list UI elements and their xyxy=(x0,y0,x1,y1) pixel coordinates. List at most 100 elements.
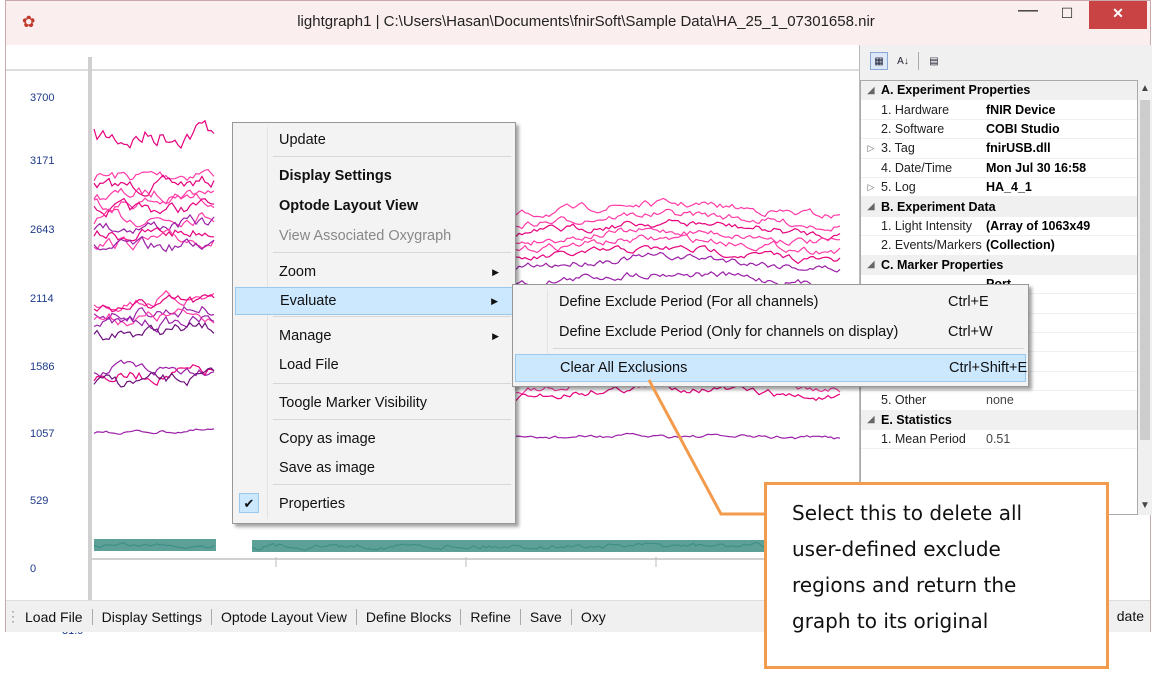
property-name: B. Experiment Data xyxy=(881,199,996,214)
menu-item-label: Optode Layout View xyxy=(279,198,419,214)
property-category[interactable]: ◢ C. Marker Properties xyxy=(861,255,1137,275)
menu-item-optode-layout-view[interactable]: Optode Layout View xyxy=(235,192,513,220)
grip-icon: ⋮ xyxy=(6,608,20,624)
submenu-item-clear-all-exclusions[interactable]: Clear All Exclusions Ctrl+Shift+E xyxy=(515,354,1027,382)
signal-trace xyxy=(93,168,215,182)
menu-item-properties[interactable]: Properties ✔ xyxy=(235,490,513,518)
menu-item-label: Clear All Exclusions xyxy=(560,360,688,376)
property-value[interactable]: fnirUSB.dll xyxy=(986,141,1051,155)
minimize-icon[interactable]: — xyxy=(1009,0,1047,29)
menu-item-label: Update xyxy=(279,132,326,148)
signal-trace xyxy=(93,119,215,150)
maximize-icon[interactable]: ☐ xyxy=(1048,1,1086,29)
toolbar-item-define-blocks[interactable]: Define Blocks xyxy=(357,608,462,625)
menu-item-toogle-marker-visibility[interactable]: Toogle Marker Visibility xyxy=(235,389,513,417)
menu-item-label: Load File xyxy=(279,357,339,373)
property-value[interactable]: (Collection) xyxy=(986,238,1055,252)
property-row[interactable]: 1. Light Intensity (Array of 1063x49 xyxy=(861,217,1137,237)
submenu-item-define-exclude-period-only-for-channels-on-display[interactable]: Define Exclude Period (Only for channels… xyxy=(515,318,1026,346)
expander-icon[interactable]: ◢ xyxy=(861,414,881,425)
menu-item-label: Define Exclude Period (Only for channels… xyxy=(559,324,899,340)
menu-item-label: Save as image xyxy=(279,460,375,476)
signal-trace xyxy=(93,428,215,435)
menu-item-update[interactable]: Update xyxy=(235,126,513,154)
menu-item-copy-as-image[interactable]: Copy as image xyxy=(235,425,513,453)
menu-item-label: Properties xyxy=(279,496,346,512)
property-category[interactable]: ◢ E. Statistics xyxy=(861,410,1137,431)
y-tick-label: 1586 xyxy=(30,361,55,373)
callout-text-line: Select this to delete all xyxy=(792,501,1023,525)
y-tick-label: 2643 xyxy=(30,224,55,236)
menu-item-display-settings[interactable]: Display Settings xyxy=(235,162,513,190)
property-name: 2. Events/Markers xyxy=(881,238,982,253)
toolbar-item-load-file[interactable]: Load File xyxy=(16,608,93,625)
property-row[interactable]: 2. Software COBI Studio xyxy=(861,120,1137,140)
property-row[interactable]: 4. Date/Time Mon Jul 30 16:58 xyxy=(861,159,1137,178)
categorized-icon[interactable]: ▦ xyxy=(870,52,888,70)
toolbar-item-oxy[interactable]: Oxy xyxy=(572,609,615,625)
property-value[interactable]: Mon Jul 30 16:58 xyxy=(986,161,1086,175)
property-name: 4. Date/Time xyxy=(881,160,953,175)
property-row[interactable]: ▷ 3. Tag fnirUSB.dll xyxy=(861,139,1137,159)
callout-text-line: regions and return the xyxy=(792,573,1017,597)
property-value[interactable]: none xyxy=(986,393,1014,407)
y-tick-label: 0 xyxy=(30,563,37,575)
property-row[interactable]: ▷ 5. Log HA_4_1 xyxy=(861,178,1137,198)
scroll-up-icon[interactable]: ▲ xyxy=(1138,83,1152,94)
property-row[interactable]: 1. Mean Period 0.51 xyxy=(861,430,1137,450)
menu-item-zoom[interactable]: Zoom ▶ xyxy=(235,258,513,286)
property-value[interactable]: COBI Studio xyxy=(986,122,1060,136)
expander-icon[interactable]: ◢ xyxy=(861,201,881,212)
menu-separator xyxy=(553,348,1024,349)
menu-item-label: Display Settings xyxy=(279,168,392,184)
property-category[interactable]: ◢ A. Experiment Properties xyxy=(861,81,1137,101)
property-name: E. Statistics xyxy=(881,412,952,427)
checkmark-icon: ✔ xyxy=(239,493,259,513)
signal-trace xyxy=(93,227,214,242)
signal-trace xyxy=(515,251,841,273)
toolbar-item-update[interactable]: date xyxy=(1117,608,1144,624)
menu-item-label: View Associated Oxygraph xyxy=(279,228,452,244)
toolbar-item-save[interactable]: Save xyxy=(521,608,572,625)
property-value[interactable]: 0.51 xyxy=(986,432,1010,446)
submenu-arrow-icon: ▶ xyxy=(492,331,499,341)
toolbar-item-display-settings[interactable]: Display Settings xyxy=(93,608,212,625)
alphabetical-icon[interactable]: A↓ xyxy=(894,52,912,70)
menu-item-label: Define Exclude Period (For all channels) xyxy=(559,294,819,310)
property-value[interactable]: HA_4_1 xyxy=(986,180,1032,194)
menu-item-label: Evaluate xyxy=(280,293,337,309)
scroll-thumb[interactable] xyxy=(1140,100,1150,440)
title-bar[interactable]: ✿ lightgraph1 | C:\Users\Hasan\Documents… xyxy=(6,0,1150,45)
menu-item-evaluate[interactable]: Evaluate ▶ xyxy=(235,287,513,315)
menu-item-save-as-image[interactable]: Save as image xyxy=(235,454,513,482)
property-value[interactable]: fNIR Device xyxy=(986,103,1055,117)
property-category[interactable]: ◢ B. Experiment Data xyxy=(861,197,1137,217)
property-pages-icon[interactable]: ▤ xyxy=(925,52,943,70)
expander-icon[interactable]: ▷ xyxy=(861,182,881,193)
properties-toolbar: ▦ A↓ ▤ xyxy=(860,45,1152,77)
property-row[interactable]: 5. Other none xyxy=(861,391,1137,411)
toolbar-item-refine[interactable]: Refine xyxy=(461,608,521,625)
close-icon[interactable]: ✕ xyxy=(1089,1,1147,29)
expander-icon[interactable]: ◢ xyxy=(861,85,881,96)
property-row[interactable]: 2. Events/Markers (Collection) xyxy=(861,236,1137,256)
expander-icon[interactable]: ▷ xyxy=(861,143,881,154)
submenu-item-define-exclude-period-for-all-channels[interactable]: Define Exclude Period (For all channels)… xyxy=(515,288,1026,316)
toolbar-item-optode-layout-view[interactable]: Optode Layout View xyxy=(212,608,357,625)
property-row[interactable]: 1. Hardware fNIR Device xyxy=(861,100,1137,120)
signal-trace xyxy=(515,432,841,440)
menu-item-view-associated-oxygraph: View Associated Oxygraph xyxy=(235,222,513,250)
evaluate-submenu: Define Exclude Period (For all channels)… xyxy=(512,284,1029,387)
property-name: 2. Software xyxy=(881,121,945,136)
property-value[interactable]: (Array of 1063x49 xyxy=(986,219,1090,233)
menu-item-label: Copy as image xyxy=(279,431,376,447)
menu-item-load-file[interactable]: Load File xyxy=(235,351,513,379)
scroll-down-icon[interactable]: ▼ xyxy=(1138,500,1152,511)
shortcut-label: Ctrl+W xyxy=(948,324,993,340)
properties-scrollbar[interactable]: ▲ ▼ xyxy=(1138,80,1152,515)
expander-icon[interactable]: ◢ xyxy=(861,259,881,270)
menu-item-manage[interactable]: Manage ▶ xyxy=(235,322,513,350)
y-tick-label: 1057 xyxy=(30,428,55,440)
submenu-arrow-icon: ▶ xyxy=(492,267,499,277)
menu-separator xyxy=(273,383,511,384)
